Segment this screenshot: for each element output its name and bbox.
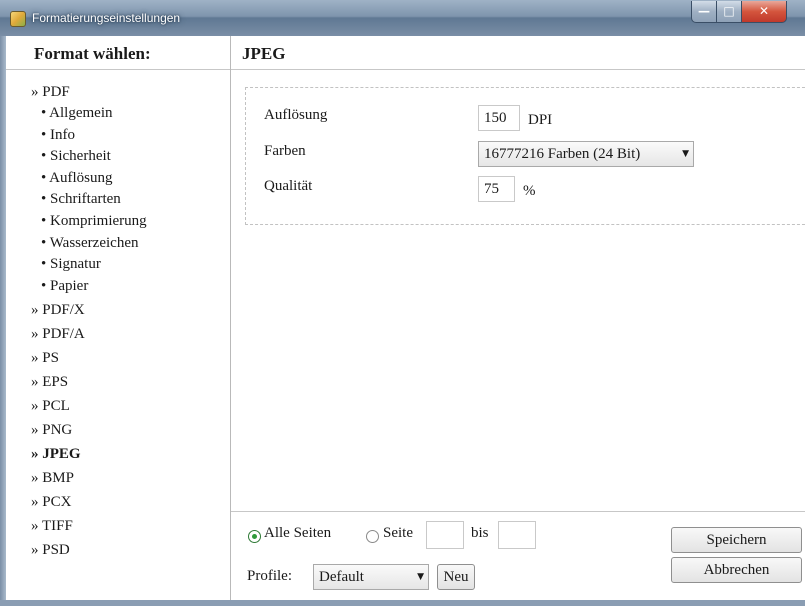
bottom-bar: Alle Seiten Seite bis Profile: Default ▼… — [231, 511, 805, 600]
minimize-button[interactable]: — — [691, 1, 717, 23]
format-list: » PDF • Allgemein • Info • Sicherheit • Aufl… — [31, 82, 147, 561]
format-item-pcl[interactable]: » PCL — [31, 396, 147, 417]
colors-select-value: 16777216 Farben (24 Bit) — [484, 146, 641, 162]
pdf-subitem[interactable]: • Komprimierung — [31, 211, 147, 233]
maximize-icon: □ — [723, 4, 735, 18]
profile-select[interactable]: Default ▼ — [313, 564, 429, 590]
settings-panel: JPEG Auflösung 150 DPI Farben 16777216 F… — [231, 36, 805, 600]
format-item-ps[interactable]: » PS — [31, 348, 147, 369]
format-item-pdf-x[interactable]: » PDF/X — [31, 300, 147, 321]
profile-label: Profile: — [247, 568, 292, 584]
pdf-subitem[interactable]: • Info — [31, 125, 147, 147]
app-icon — [10, 11, 26, 27]
format-item-pcx[interactable]: » PCX — [31, 492, 147, 513]
window-title: Formatierungseinstellungen — [32, 11, 181, 25]
quality-unit: % — [523, 183, 536, 199]
format-item-bmp[interactable]: » BMP — [31, 468, 147, 489]
format-item-jpeg[interactable]: » JPEG — [31, 444, 147, 465]
close-icon: ✕ — [758, 4, 770, 18]
pdf-subitem[interactable]: • Schriftarten — [31, 189, 147, 211]
pdf-subitem[interactable]: • Auflösung — [31, 168, 147, 190]
pdf-subitem[interactable]: • Allgemein — [31, 103, 147, 125]
profile-select-value: Default — [319, 569, 364, 585]
pdf-subitem[interactable]: • Papier — [31, 276, 147, 298]
page-range-radio[interactable] — [366, 530, 379, 543]
colors-label: Farben — [264, 143, 306, 159]
chevron-down-icon: ▼ — [682, 149, 689, 159]
jpeg-settings-group: Auflösung 150 DPI Farben 16777216 Farben… — [245, 87, 805, 225]
minimize-icon: — — [698, 4, 710, 18]
resolution-input[interactable]: 150 — [478, 105, 520, 131]
all-pages-radio[interactable] — [248, 530, 261, 543]
pdf-subitem[interactable]: • Sicherheit — [31, 146, 147, 168]
resolution-unit: DPI — [528, 112, 553, 128]
window-frame-bottom — [0, 600, 805, 606]
colors-select[interactable]: 16777216 Farben (24 Bit) ▼ — [478, 141, 694, 167]
format-item-png[interactable]: » PNG — [31, 420, 147, 441]
format-item-pdf[interactable]: » PDF — [31, 82, 147, 103]
format-item-psd[interactable]: » PSD — [31, 540, 147, 561]
cancel-button[interactable]: Abbrechen — [671, 557, 802, 583]
page-to-input[interactable] — [498, 521, 536, 549]
to-label: bis — [471, 525, 489, 541]
format-item-pdf-a[interactable]: » PDF/A — [31, 324, 147, 345]
format-item-tiff[interactable]: » TIFF — [31, 516, 147, 537]
chevron-down-icon: ▼ — [417, 572, 424, 582]
all-pages-label[interactable]: Alle Seiten — [264, 525, 331, 542]
quality-input[interactable]: 75 — [478, 176, 515, 202]
save-button[interactable]: Speichern — [671, 527, 802, 553]
format-sidebar: Format wählen: » PDF • Allgemein • Info • S… — [6, 36, 231, 600]
close-button[interactable]: ✕ — [741, 1, 787, 23]
page-title: JPEG — [231, 36, 805, 70]
sidebar-title: Format wählen: — [6, 36, 230, 70]
quality-label: Qualität — [264, 178, 313, 194]
page-from-input[interactable] — [426, 521, 464, 549]
pdf-subitem[interactable]: • Signatur — [31, 254, 147, 276]
page-range-label[interactable]: Seite — [383, 525, 413, 542]
resolution-label: Auflösung — [264, 107, 328, 123]
format-item-eps[interactable]: » EPS — [31, 372, 147, 393]
new-profile-button[interactable]: Neu — [437, 564, 475, 590]
maximize-button[interactable]: □ — [716, 1, 742, 23]
title-bar[interactable]: Formatierungseinstellungen — □ ✕ — [0, 0, 805, 36]
pdf-subitem[interactable]: • Wasserzeichen — [31, 233, 147, 255]
